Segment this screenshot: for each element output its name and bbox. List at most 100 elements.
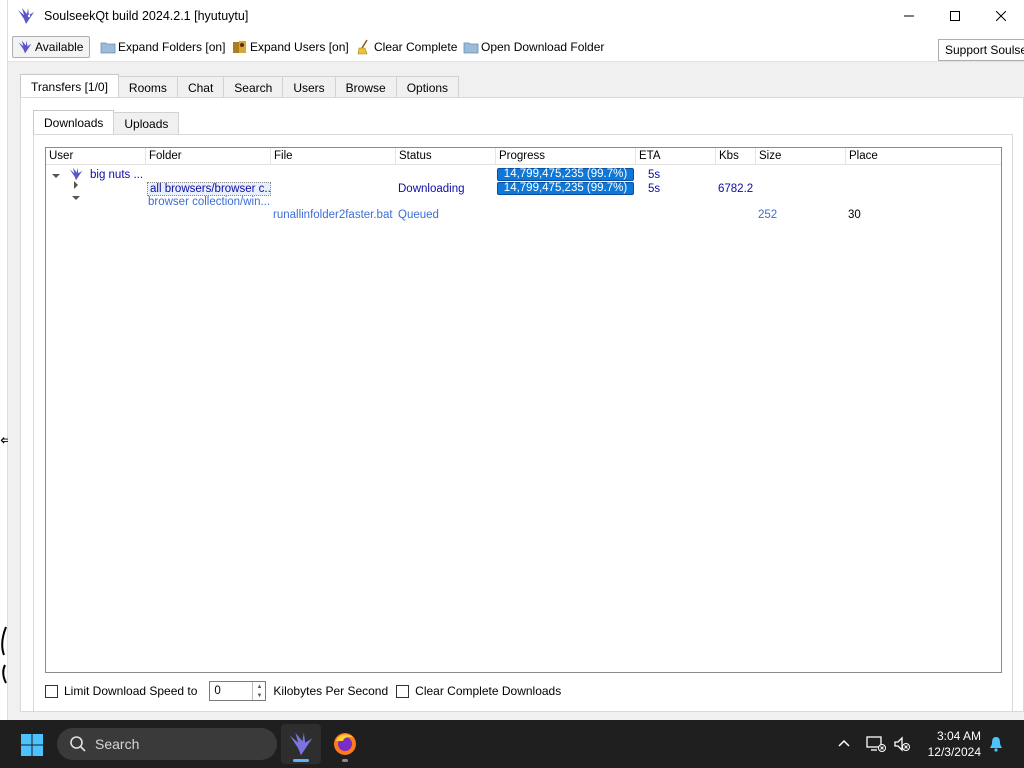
kbs-value: 6782.2 [718,183,754,195]
table-header: User Folder File Status Progress ETA Kbs… [46,148,1001,165]
table-row-file[interactable]: runallinfolder2faster.bat [273,208,396,222]
available-button[interactable]: Available [12,36,91,58]
column-header-place[interactable]: Place [846,148,1001,165]
expand-folders-button[interactable]: Expand Folders [on] [100,36,225,58]
clock-date: 12/3/2024 [927,745,981,759]
place-value: 30 [848,209,861,221]
eta-value: 5s [648,169,661,181]
network-status-button[interactable] [866,720,886,768]
minimize-button[interactable] [886,0,932,32]
open-download-folder-button[interactable]: Open Download Folder [463,36,604,58]
close-button[interactable] [978,0,1024,32]
column-header-status[interactable]: Status [396,148,496,165]
column-header-size[interactable]: Size [756,148,846,165]
maximize-icon [950,11,960,21]
size-value: 252 [758,209,778,221]
collapse-arrow-icon[interactable] [52,172,60,180]
tab-options[interactable]: Options [395,76,460,98]
active-app-indicator [293,759,309,762]
available-label: Available [35,40,84,54]
taskbar-soulseek-app[interactable] [281,724,321,764]
clear-complete-label: Clear Complete [374,40,458,54]
clear-complete-downloads-checkbox[interactable] [396,684,410,698]
window-title: SoulseekQt build 2024.2.1 [hyutuytu] [44,9,249,23]
taskbar: Search 3:04 AM 12/3/2024 [0,720,1024,768]
column-header-folder[interactable]: Folder [146,148,271,165]
open-download-folder-label: Open Download Folder [481,40,605,54]
column-header-eta[interactable]: ETA [636,148,716,165]
status-value: Queued [398,209,439,221]
minimize-icon [904,15,914,17]
speed-limit-spinbox[interactable]: 0 ▲ ▼ [209,681,267,701]
support-label: Support Soulseek [945,43,1024,57]
clear-complete-button[interactable]: Clear Complete [356,36,457,58]
spin-down-icon[interactable]: ▼ [253,691,265,700]
volume-muted-icon [894,736,910,752]
download-options-bar: Limit Download Speed to 0 ▲ ▼ Kilobytes … [45,679,1005,703]
tab-users[interactable]: Users [282,76,336,98]
clock-time: 3:04 AM [936,729,981,743]
tab-uploads[interactable]: Uploads [113,112,180,134]
table-row-folder[interactable]: all browsers/browser c... [147,182,271,196]
progress-text: 14,799,475,235 (99.7%) [503,182,628,194]
transfers-panel: Downloads Uploads User Folder File Statu… [20,97,1024,712]
toolbar: Available Expand Folders [on] Expand Use… [8,32,1024,62]
volume-button[interactable] [893,720,911,768]
tab-transfers[interactable]: Transfers [1/0] [20,74,119,98]
downloads-tree[interactable]: User Folder File Status Progress ETA Kbs… [45,147,1002,673]
tab-downloads[interactable]: Downloads [33,110,115,134]
clear-complete-downloads-label: Clear Complete Downloads [415,684,562,698]
user-bird-icon [69,167,83,181]
status-bird-icon [18,40,32,54]
tab-rooms[interactable]: Rooms [117,76,178,98]
firefox-icon [334,733,356,755]
soulseek-bird-icon [18,8,34,24]
progress-bar: 14,799,475,235 (99.7%) [497,182,634,195]
expand-users-label: Expand Users [on] [250,40,349,54]
tab-search[interactable]: Search [223,76,284,98]
chevron-up-icon [838,739,850,747]
progress-text: 14,799,475,235 (99.7%) [503,168,628,180]
column-header-progress[interactable]: Progress [496,148,636,165]
tab-browse[interactable]: Browse [334,76,397,98]
taskbar-search-box[interactable]: Search [57,728,277,760]
desktop-edge [0,0,8,720]
running-app-indicator [342,759,348,762]
column-header-user[interactable]: User [46,148,146,165]
folder-icon [463,42,479,54]
expand-users-button[interactable]: Expand Users [on] [232,36,349,58]
windows-start-icon[interactable] [20,733,44,757]
tray-overflow-button[interactable] [836,720,852,768]
soulseek-bird-icon [289,732,313,756]
desktop-scribble [1,626,7,684]
limit-speed-checkbox[interactable] [45,684,58,698]
folder-icon [100,42,116,54]
sub-tab-bar: Downloads Uploads [33,110,180,134]
table-row-folder[interactable]: browser collection/win... [148,195,270,209]
taskbar-firefox-app[interactable] [325,724,365,764]
notifications-button[interactable] [988,720,1004,768]
broom-icon [357,39,368,55]
collapse-arrow-icon[interactable] [72,194,80,202]
taskbar-clock[interactable]: 3:04 AM 12/3/2024 [928,728,981,760]
status-value: Downloading [398,183,465,195]
speed-value: 0 [214,685,221,697]
window-controls [886,0,1024,32]
units-label: Kilobytes Per Second [273,684,389,698]
column-header-file[interactable]: File [271,148,396,165]
support-soulseek-button[interactable]: Support Soulseek [938,39,1024,61]
tab-chat[interactable]: Chat [176,76,225,98]
table-row-user[interactable]: big nuts ... [90,168,146,182]
spin-arrows: ▲ ▼ [252,682,265,700]
search-icon [70,736,86,752]
users-icon [233,41,246,53]
expand-arrow-icon[interactable] [72,181,80,189]
column-header-kbs[interactable]: Kbs [716,148,756,165]
title-bar: SoulseekQt build 2024.2.1 [hyutuytu] [8,0,1024,32]
maximize-button[interactable] [932,0,978,32]
network-icon [866,736,886,752]
downloads-panel: User Folder File Status Progress ETA Kbs… [33,134,1013,712]
search-placeholder: Search [95,736,140,752]
close-icon [996,11,1006,21]
expand-folders-label: Expand Folders [on] [118,40,226,54]
